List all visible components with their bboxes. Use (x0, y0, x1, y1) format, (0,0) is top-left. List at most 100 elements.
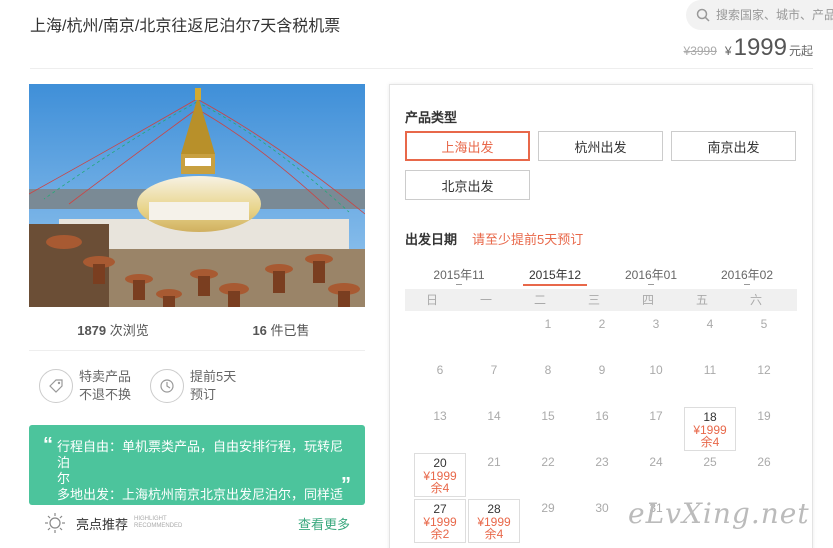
calendar-day-available[interactable]: 20 ¥1999 余4 (414, 453, 466, 497)
option-nanjing[interactable]: 南京出发 (671, 131, 796, 161)
highlight-section: 亮点推荐 HIGHLIGHT RECOMMENDED 查看更多 (44, 512, 365, 534)
day-number: 20 (433, 456, 447, 470)
calendar-day: 16 (576, 407, 628, 451)
old-price: ¥3999 (683, 44, 717, 58)
weekday-label: 一 (479, 293, 492, 307)
calendar-day: 7 (468, 361, 520, 405)
option-beijing[interactable]: 北京出发 (405, 170, 530, 200)
day-number: 6 (436, 363, 444, 377)
views-count: 1879 (77, 323, 107, 338)
month-label: 2016年02 (720, 268, 774, 282)
search-box[interactable] (686, 0, 833, 30)
stats-divider (29, 350, 365, 351)
header-divider (30, 68, 813, 69)
day-number: 25 (703, 455, 717, 469)
day-number: 9 (598, 363, 606, 377)
current-price: 1999 (733, 34, 787, 61)
description-line: 尔 (57, 471, 71, 486)
weekday-label: 二 (533, 293, 546, 307)
day-number: 19 (757, 409, 771, 423)
day-number: 26 (757, 455, 771, 469)
day-number: 1 (544, 317, 552, 331)
day-number: 16 (595, 409, 609, 423)
feature-line2: 不退不换 (79, 387, 132, 402)
price-currency: ¥ (724, 44, 732, 58)
feature-special-sale: 特卖产品 不退不换 (39, 368, 131, 404)
day-remaining: 余2 (430, 527, 450, 541)
tab-month-2015-12[interactable]: 2015年12 (523, 266, 587, 286)
calendar-day: 22 (522, 453, 574, 497)
weekday-label: 三 (587, 293, 600, 307)
calendar-day-available[interactable]: 18 ¥1999 余4 (684, 407, 736, 451)
month-tick (744, 284, 750, 285)
calendar-day: 14 (468, 407, 520, 451)
stupa-image (29, 84, 365, 307)
day-number: 28 (487, 502, 501, 516)
month-label: 2016年01 (624, 268, 678, 282)
day-number: 11 (703, 363, 717, 377)
calendar-day: 29 (522, 499, 574, 543)
calendar-day: 15 (522, 407, 574, 451)
search-input[interactable] (716, 8, 833, 22)
highlight-en-line2: RECOMMENDED (134, 523, 183, 529)
product-photo[interactable] (29, 84, 365, 307)
day-remaining: 余4 (484, 527, 504, 541)
calendar-day: 25 (684, 453, 736, 497)
tab-month-2016-02[interactable]: 2016年02 (715, 266, 779, 285)
day-number: 4 (706, 317, 714, 331)
calendar-day: 5 (738, 315, 790, 359)
calendar-day: 12 (738, 361, 790, 405)
departure-notice: 请至少提前5天预订 (472, 232, 584, 247)
day-number: 18 (703, 410, 717, 424)
weekday-header: 日 一 二 三 四 五 六 (405, 289, 797, 311)
view-more-link[interactable]: 查看更多 (298, 514, 350, 533)
day-number: 24 (649, 455, 663, 469)
option-hangzhou[interactable]: 杭州出发 (538, 131, 663, 161)
month-tick (648, 284, 654, 285)
calendar-day: 1 (522, 315, 574, 359)
calendar-day: 4 (684, 315, 736, 359)
calendar-day: 19 (738, 407, 790, 451)
calendar-day: 21 (468, 453, 520, 497)
feature-line1: 特卖产品 (79, 369, 132, 384)
feature-advance-booking: 提前5天 预订 (150, 368, 236, 404)
feature-text: 特卖产品 不退不换 (79, 368, 131, 404)
tab-month-2015-11[interactable]: 2015年11 (427, 266, 491, 285)
sold-label: 件已售 (270, 323, 310, 338)
calendar-day: 10 (630, 361, 682, 405)
day-number: 10 (649, 363, 663, 377)
calendar-day: 8 (522, 361, 574, 405)
calendar-day: 17 (630, 407, 682, 451)
month-tabs: 2015年11 2015年12 2016年01 2016年02 (405, 266, 797, 288)
day-number: 22 (541, 455, 555, 469)
tab-month-2016-01[interactable]: 2016年01 (619, 266, 683, 285)
description-line: 多地出发：上海杭州南京北京出发尼泊尔，同样适 (57, 487, 344, 502)
views-stat: 1879 次浏览 (29, 320, 197, 339)
day-number: 13 (433, 409, 447, 423)
calendar-day-available[interactable]: 27 ¥1999 余2 (414, 499, 466, 543)
page-title: 上海/杭州/南京/北京往返尼泊尔7天含税机票 (30, 18, 341, 35)
day-number: 2 (598, 317, 606, 331)
day-number: 7 (490, 363, 498, 377)
calendar-day: 26 (738, 453, 790, 497)
description-box: “ 行程自由：单机票类产品，自由安排行程，玩转尼泊 尔 多地出发：上海杭州南京北… (29, 425, 365, 505)
calendar-day: 11 (684, 361, 736, 405)
feature-line2: 预订 (190, 387, 217, 402)
open-quote-icon: “ (43, 434, 53, 456)
month-label: 2015年11 (433, 268, 485, 282)
highlight-en: HIGHLIGHT RECOMMENDED (134, 516, 182, 530)
calendar-day: 3 (630, 315, 682, 359)
views-label: 次浏览 (109, 323, 149, 338)
option-shanghai[interactable]: 上海出发 (405, 131, 530, 161)
calendar-day-available[interactable]: 28 ¥1999 余4 (468, 499, 520, 543)
calendar-day: 2 (576, 315, 628, 359)
day-number: 12 (757, 363, 771, 377)
stats-row: 1879 次浏览 16 件已售 (29, 320, 365, 339)
calendar-day: 13 (414, 407, 466, 451)
tag-icon (39, 369, 73, 403)
day-number: 15 (541, 409, 555, 423)
search-icon (696, 8, 710, 22)
day-number: 14 (487, 409, 501, 423)
calendar-day: 23 (576, 453, 628, 497)
booking-panel: 产品类型 上海出发 杭州出发 南京出发 北京出发 出发日期 请至少提前5天预订 … (389, 84, 813, 548)
